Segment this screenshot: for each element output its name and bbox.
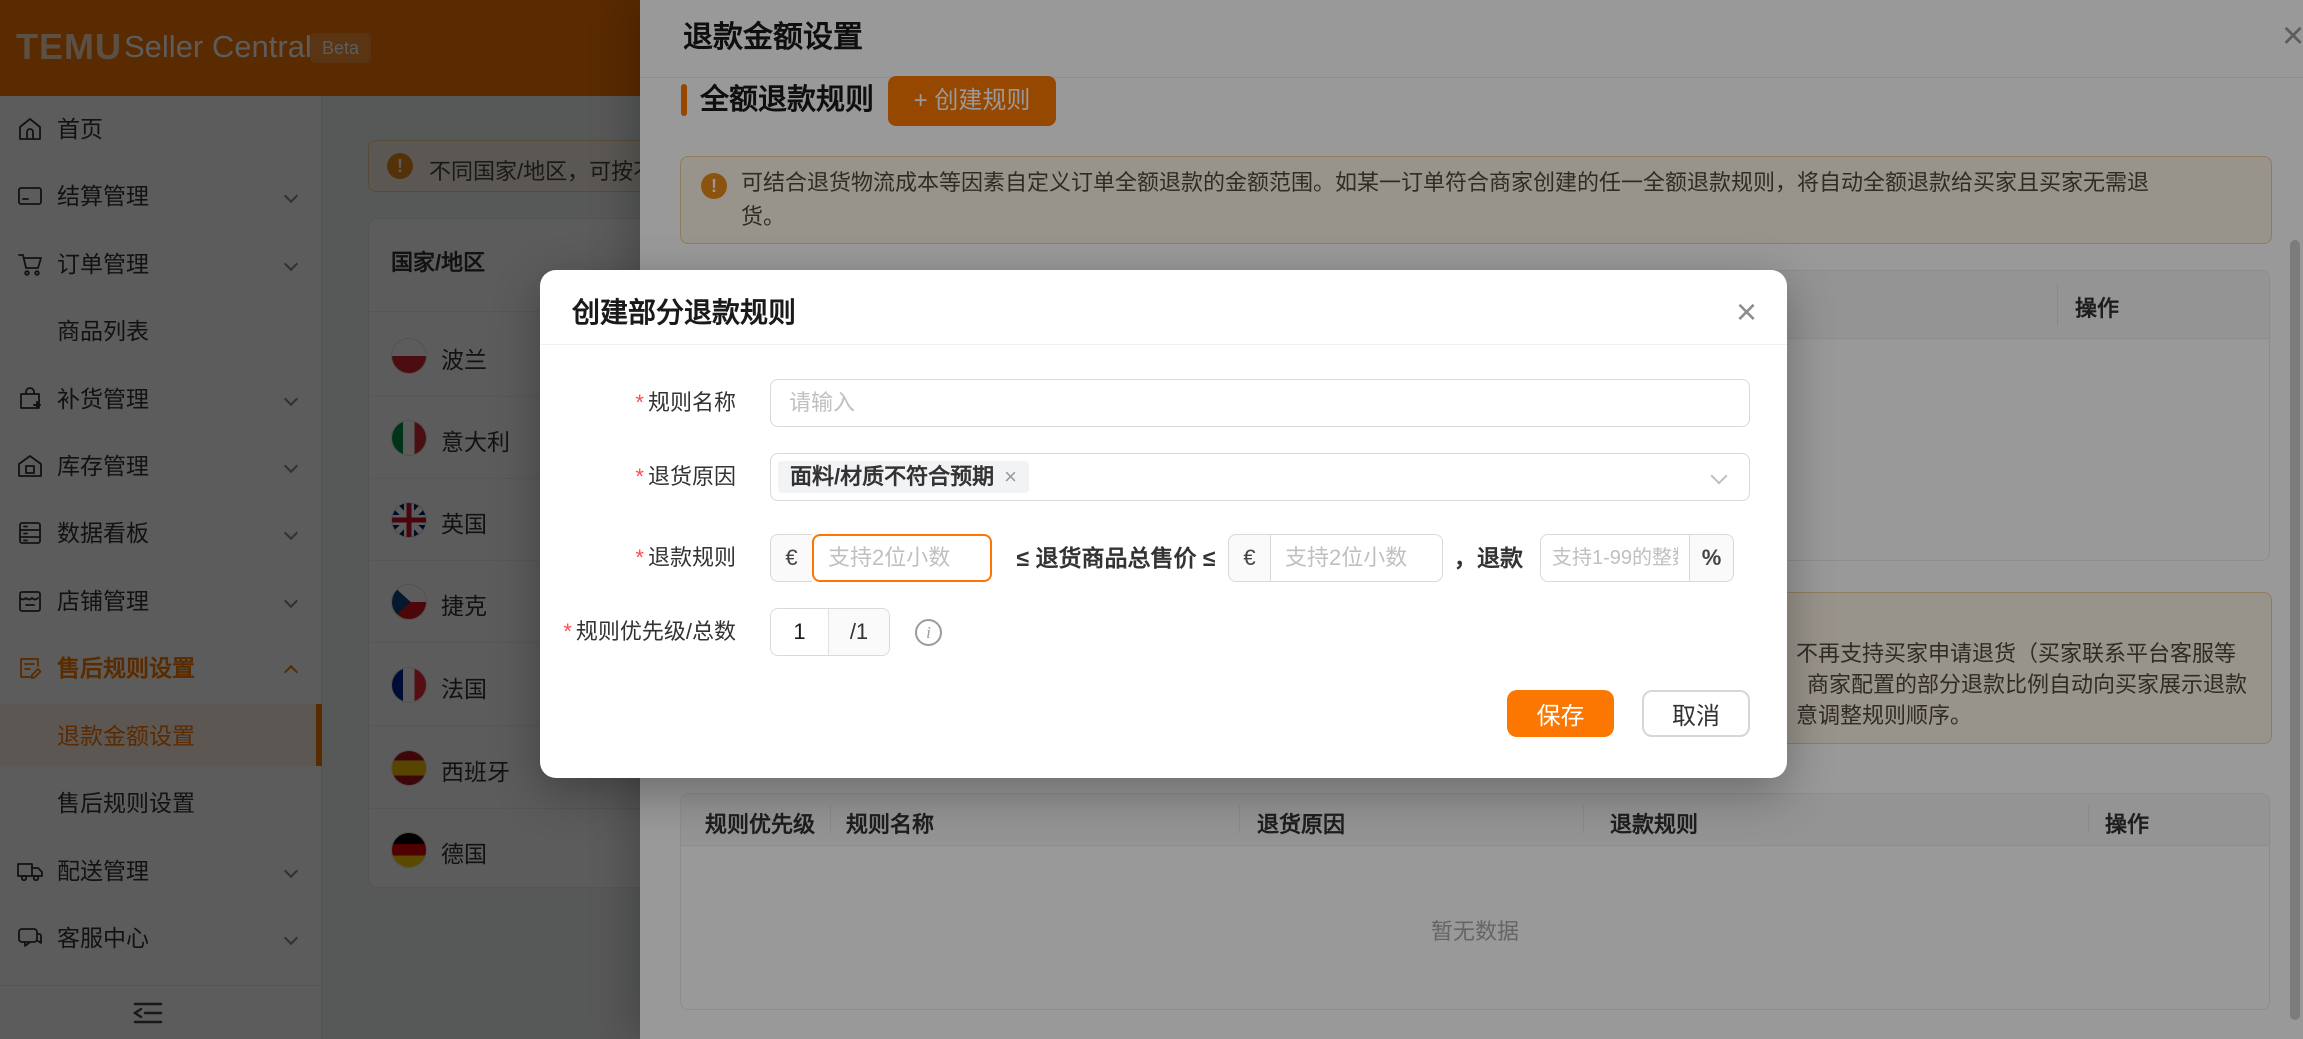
refund-percent-input[interactable] <box>1540 534 1690 582</box>
priority-total: /1 <box>828 609 889 655</box>
priority-stepper[interactable]: 1 /1 <box>770 608 890 656</box>
cancel-button[interactable]: 取消 <box>1642 690 1750 737</box>
priority-value[interactable]: 1 <box>771 609 828 655</box>
refund-rule-label: *退款规则 <box>540 542 736 574</box>
percent-suffix: % <box>1690 534 1734 582</box>
currency-euro-prefix: € <box>1228 534 1270 582</box>
label-text: 规则名称 <box>648 390 736 415</box>
required-asterisk: * <box>635 464 644 489</box>
label-text: 规则优先级/总数 <box>576 619 736 644</box>
modal-close-icon[interactable]: × <box>1736 292 1757 332</box>
currency-euro-prefix: € <box>770 534 812 582</box>
selected-reason-tag: 面料/材质不符合预期 × <box>778 461 1029 493</box>
label-text: 退款规则 <box>648 545 736 570</box>
select-chevron-down-icon <box>1711 468 1728 485</box>
rule-name-input[interactable] <box>770 379 1750 427</box>
divider <box>540 344 1787 345</box>
required-asterisk: * <box>635 390 644 415</box>
priority-label: *规则优先级/总数 <box>540 616 736 648</box>
refund-percent-prefix-text: ，退款 <box>1454 534 1523 582</box>
modal-title: 创建部分退款规则 <box>572 296 796 330</box>
info-icon[interactable]: i <box>915 619 942 646</box>
create-partial-refund-rule-modal: 创建部分退款规则 × *规则名称 *退货原因 面料/材质不符合预期× *退款规则… <box>540 270 1787 778</box>
required-asterisk: * <box>635 545 644 570</box>
tag-text: 面料/材质不符合预期 <box>790 464 994 489</box>
max-amount-input[interactable] <box>1270 534 1443 582</box>
tag-remove-icon[interactable]: × <box>1004 464 1017 489</box>
save-button[interactable]: 保存 <box>1507 690 1614 737</box>
return-reason-label: *退货原因 <box>540 461 736 493</box>
rule-name-label: *规则名称 <box>540 387 736 419</box>
app-root: TEMU Seller Central Beta 首页 结算管理 订单管理 商品… <box>0 0 2303 1039</box>
return-reason-select[interactable]: 面料/材质不符合预期 × <box>770 453 1750 501</box>
label-text: 退货原因 <box>648 464 736 489</box>
between-condition-text: ≤ 退货商品总售价 ≤ <box>1008 534 1224 582</box>
min-amount-input[interactable] <box>812 534 992 582</box>
required-asterisk: * <box>563 619 572 644</box>
